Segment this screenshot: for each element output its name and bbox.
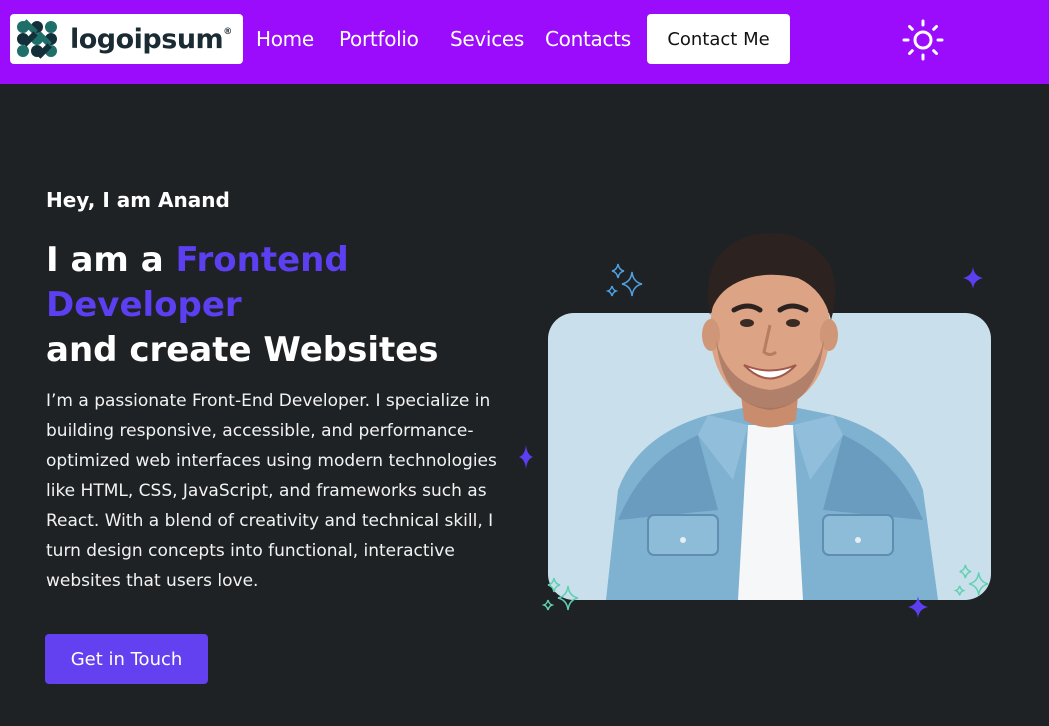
sparkle-icon — [605, 263, 643, 297]
bio-paragraph: I’m a passionate Front-End Developer. I … — [46, 391, 497, 591]
sparkle-icon — [908, 596, 928, 618]
nav-link-contacts[interactable]: Contacts — [545, 27, 631, 51]
nav-link-home[interactable]: Home — [256, 27, 314, 51]
sparkle-icon — [953, 564, 989, 596]
nav-link-services[interactable]: Sevices — [450, 27, 524, 51]
contact-me-button[interactable]: Contact Me — [647, 14, 790, 64]
headline-prefix: I am a — [46, 240, 176, 280]
get-in-touch-button[interactable]: Get in Touch — [45, 634, 208, 684]
nav-link-portfolio[interactable]: Portfolio — [339, 27, 419, 51]
logo-mark-icon — [17, 19, 57, 59]
greeting: Hey, I am Anand — [46, 188, 230, 212]
hero-headline: I am a Frontend Developer and create Web… — [46, 238, 506, 373]
sun-icon[interactable] — [900, 17, 946, 63]
navbar: logoipsum® Home Portfolio Sevices Contac… — [0, 0, 1049, 84]
sparkle-icon — [519, 445, 533, 469]
headline-suffix: and create Websites — [46, 330, 439, 370]
logo-text: logoipsum® — [70, 23, 232, 55]
sparkle-icon — [541, 577, 579, 611]
logo[interactable]: logoipsum® — [10, 14, 243, 64]
sparkle-icon — [963, 267, 983, 289]
